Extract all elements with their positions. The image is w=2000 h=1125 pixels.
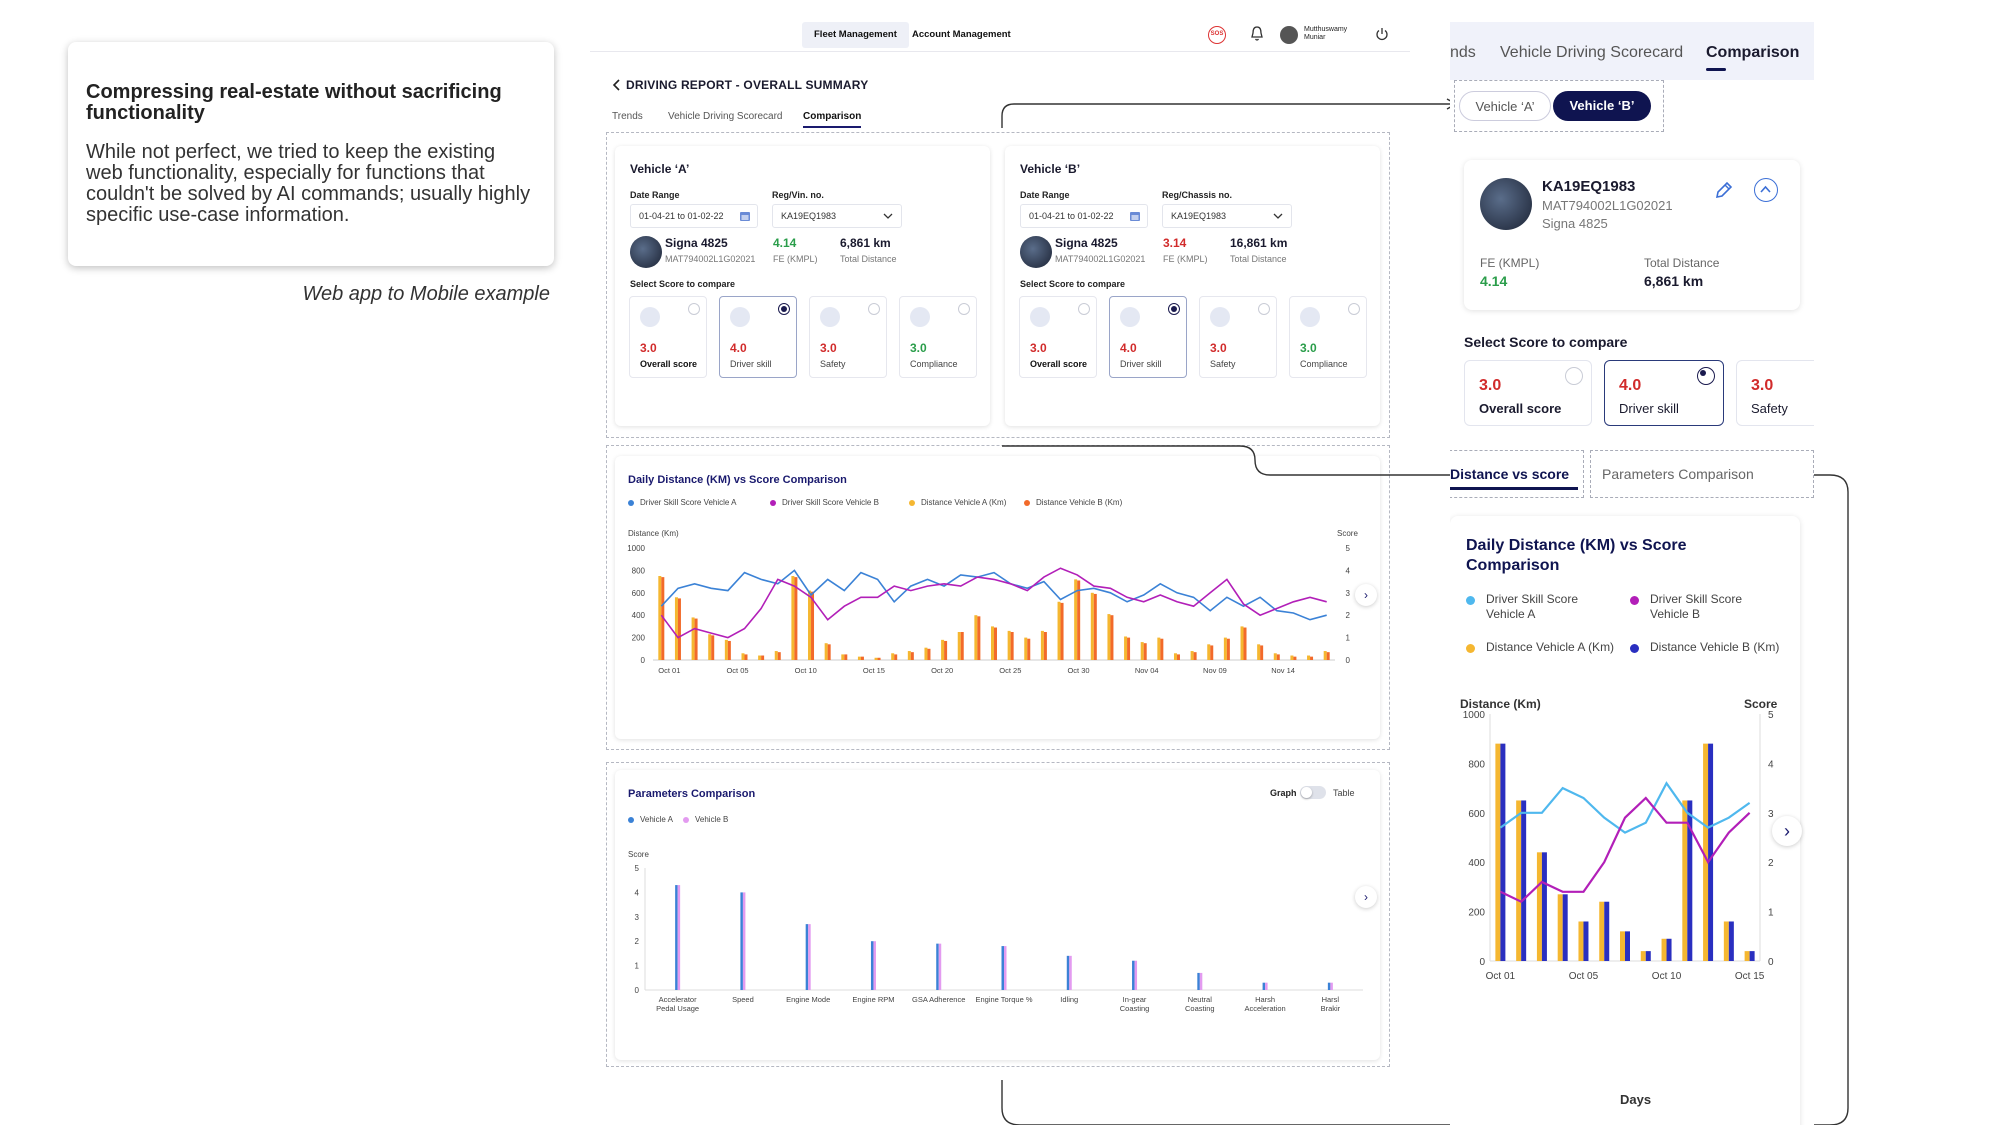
score-card-driver-skill[interactable]: 4.0 Driver skill bbox=[1604, 360, 1724, 426]
select-score-label: Select Score to compare bbox=[1464, 334, 1628, 350]
vehicle-b-pill[interactable]: Vehicle ‘B’ bbox=[1553, 91, 1651, 121]
mobile-chart-card: Daily Distance (KM) vs Score Comparison D… bbox=[1450, 516, 1802, 1125]
edit-icon[interactable] bbox=[1714, 180, 1734, 200]
y2-tick-label: 4 bbox=[1768, 759, 1774, 770]
vehicle-model: Signa 4825 bbox=[1542, 216, 1608, 231]
bar-distance-a bbox=[1661, 938, 1667, 961]
bar-distance-b bbox=[1728, 921, 1734, 961]
tab-vehicle-driving-scorecard[interactable]: Vehicle Driving Scorecard bbox=[1500, 44, 1683, 62]
bar-distance-b bbox=[1604, 901, 1610, 961]
y-tick-label: 200 bbox=[1468, 908, 1485, 919]
truck-avatar bbox=[1480, 178, 1532, 230]
legend-dist-b: Distance Vehicle B (Km) bbox=[1630, 640, 1780, 655]
y2-tick-label: 2 bbox=[1768, 858, 1774, 869]
bar-distance-b bbox=[1749, 951, 1755, 961]
bar-distance-b bbox=[1500, 743, 1506, 961]
bar-distance-a bbox=[1640, 951, 1646, 961]
x-tick-label: Oct 01 bbox=[1486, 971, 1516, 982]
score-value: 3.0 bbox=[1479, 377, 1502, 394]
bar-distance-a bbox=[1516, 800, 1522, 961]
score-label: Driver skill bbox=[1619, 401, 1679, 416]
bar-distance-b bbox=[1541, 852, 1547, 961]
fe-value: 4.14 bbox=[1480, 273, 1508, 289]
y-tick-label: 0 bbox=[1479, 957, 1485, 968]
chevron-right-icon[interactable]: › bbox=[1772, 816, 1802, 846]
bar-distance-b bbox=[1521, 800, 1527, 961]
distance-value: 6,861 km bbox=[1644, 273, 1704, 289]
tab-comparison[interactable]: Comparison bbox=[1706, 44, 1799, 62]
vehicle-switch: Vehicle ‘A’ Vehicle ‘B’ bbox=[1454, 80, 1664, 132]
y2-tick-label: 5 bbox=[1768, 710, 1774, 721]
score-card-safety[interactable]: 3.0 Safety bbox=[1736, 360, 1814, 426]
tab-parameters-comparison[interactable]: Parameters Comparison bbox=[1602, 466, 1754, 482]
bar-distance-a bbox=[1599, 901, 1605, 961]
y-tick-label: 400 bbox=[1468, 858, 1485, 869]
bar-distance-a bbox=[1578, 921, 1584, 961]
x-tick-label: Oct 15 bbox=[1735, 971, 1765, 982]
x-axis-label: Days bbox=[1620, 1092, 1652, 1107]
x-tick-label: Oct 10 bbox=[1652, 971, 1682, 982]
bar-distance-a bbox=[1495, 743, 1501, 961]
vehicle-vin: MAT794002L1G02021 bbox=[1542, 198, 1673, 213]
collapse-button[interactable] bbox=[1754, 178, 1778, 202]
legend-dist-a: Distance Vehicle A (Km) bbox=[1466, 640, 1616, 655]
bar-distance-a bbox=[1536, 852, 1542, 961]
y2-tick-label: 1 bbox=[1768, 908, 1774, 919]
bar-distance-a bbox=[1557, 894, 1563, 961]
y-tick-label: 800 bbox=[1468, 759, 1485, 770]
chart-title: Daily Distance (KM) vs Score Comparison bbox=[1466, 537, 1687, 574]
vehicle-a-pill[interactable]: Vehicle ‘A’ bbox=[1459, 91, 1551, 121]
y-tick-label: 1000 bbox=[1463, 710, 1486, 721]
bar-distance-b bbox=[1645, 951, 1651, 961]
distance-label: Total Distance bbox=[1644, 256, 1720, 270]
bar-distance-b bbox=[1666, 938, 1672, 961]
bar-distance-a bbox=[1723, 921, 1729, 961]
y2-tick-label: 0 bbox=[1768, 957, 1774, 968]
score-label: Overall score bbox=[1479, 401, 1562, 416]
bar-distance-b bbox=[1583, 921, 1589, 961]
mobile-distance-chart: 1000 5800 4600 3400 2200 10 0Oct 01 Oct 05 Oct 1… bbox=[1463, 710, 1774, 982]
chevron-up-icon bbox=[1760, 185, 1771, 193]
fe-label: FE (KMPL) bbox=[1480, 256, 1540, 270]
tab-distance-vs-score[interactable]: Distance vs score bbox=[1450, 466, 1569, 482]
bar-distance-a bbox=[1682, 800, 1688, 961]
radio[interactable] bbox=[1697, 367, 1715, 385]
vehicle-reg: KA19EQ1983 bbox=[1542, 178, 1636, 195]
score-card-overall[interactable]: 3.0 Overall score bbox=[1464, 360, 1592, 426]
legend-skill-a: Driver Skill Score Vehicle A bbox=[1466, 592, 1616, 622]
bar-distance-a bbox=[1744, 951, 1750, 961]
tab-trends-partial[interactable]: nds bbox=[1450, 44, 1476, 62]
tab-underline bbox=[1706, 68, 1726, 71]
bar-distance-b bbox=[1562, 894, 1568, 961]
score-value: 3.0 bbox=[1751, 377, 1774, 394]
mobile-tab-bar: nds Vehicle Driving Scorecard Comparison bbox=[1450, 22, 1814, 80]
y2-tick-label: 3 bbox=[1768, 809, 1774, 820]
bar-distance-b bbox=[1708, 743, 1714, 961]
x-tick-label: Oct 05 bbox=[1569, 971, 1599, 982]
bar-distance-b bbox=[1625, 931, 1630, 961]
legend-skill-b: Driver Skill Score Vehicle B bbox=[1630, 592, 1780, 622]
score-label: Safety bbox=[1751, 401, 1788, 416]
tab-underline bbox=[1450, 487, 1578, 490]
radio[interactable] bbox=[1565, 367, 1583, 385]
vehicle-summary-card: KA19EQ1983 MAT794002L1G02021 Signa 4825 … bbox=[1464, 160, 1800, 310]
score-value: 4.0 bbox=[1619, 377, 1642, 394]
bar-distance-a bbox=[1620, 931, 1625, 961]
mobile-app: nds Vehicle Driving Scorecard Comparison… bbox=[1450, 22, 1814, 1125]
y-tick-label: 600 bbox=[1468, 809, 1485, 820]
